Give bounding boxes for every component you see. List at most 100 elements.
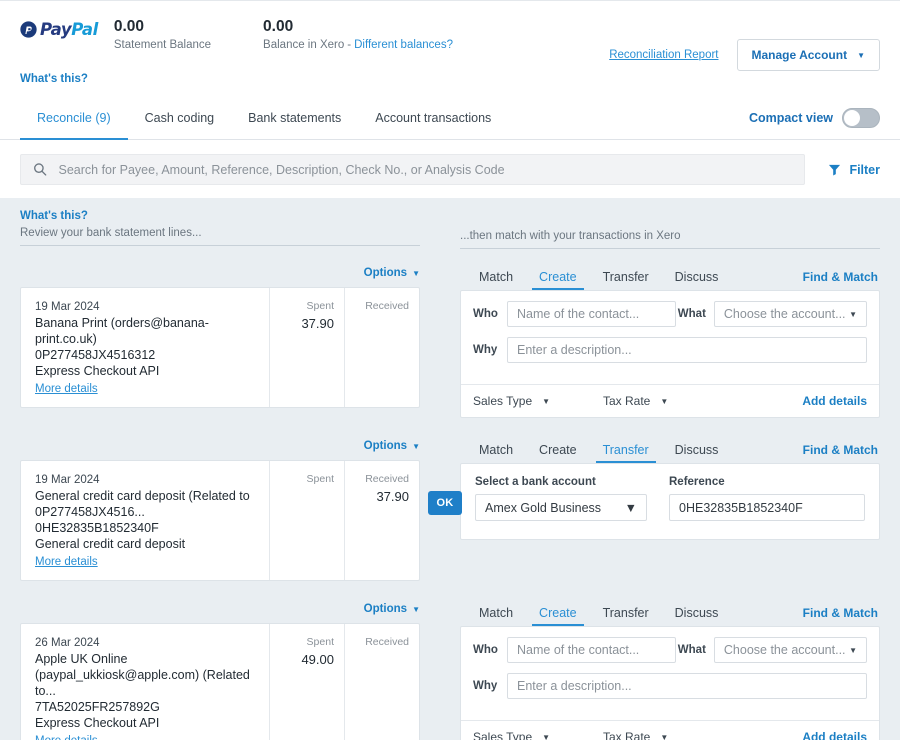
statement-payee-line1: Apple UK Online	[35, 652, 128, 666]
statement-balance-label: Statement Balance	[113, 39, 212, 51]
statement-line-column: Options ▼ 26 Mar 2024 Apple UK Online (pa…	[20, 599, 420, 740]
manage-account-button[interactable]: Manage Account ▼	[736, 39, 880, 71]
statement-date: 19 Mar 2024	[35, 301, 100, 313]
spent-amount: 49.00	[301, 652, 334, 667]
options-label: Options	[363, 603, 408, 615]
received-column: Received	[344, 624, 419, 740]
match-tab-create[interactable]: Create	[526, 606, 590, 626]
reference-input[interactable]: 0HE32835B1852340F	[669, 494, 865, 521]
xero-balance-block: 0.00 Balance in Xero - Different balance…	[263, 17, 453, 52]
different-balances-link[interactable]: Different balances?	[354, 39, 453, 51]
compact-view-toggle[interactable]	[842, 107, 880, 128]
ok-button[interactable]: OK	[428, 491, 462, 515]
tax-rate-select[interactable]: Tax Rate ▼	[603, 394, 733, 408]
spent-label: Spent	[306, 300, 334, 312]
options-menu[interactable]: Options ▼	[364, 440, 420, 452]
search-input[interactable]	[58, 162, 792, 177]
statement-line-card: 26 Mar 2024 Apple UK Online (paypal_ukki…	[20, 623, 420, 740]
match-tab-discuss[interactable]: Discuss	[662, 270, 732, 290]
chevron-down-icon: ▼	[412, 269, 420, 278]
statement-description: Express Checkout API	[35, 364, 160, 378]
reference-field: Reference 0HE32835B1852340F	[669, 476, 865, 521]
search-box[interactable]	[20, 154, 805, 185]
spent-column: Spent 37.90	[269, 288, 344, 407]
options-label: Options	[363, 440, 408, 452]
sales-type-select[interactable]: Sales Type ▼	[473, 730, 603, 740]
statement-balance-block: 0.00 Statement Balance	[114, 17, 211, 52]
why-input[interactable]: Enter a description...	[507, 673, 867, 699]
balance-separator: -	[347, 39, 352, 51]
more-details-link[interactable]: More details	[35, 733, 98, 740]
chevron-down-icon: ▼	[660, 732, 669, 740]
options-menu[interactable]: Options ▼	[364, 267, 420, 279]
match-tab-discuss[interactable]: Discuss	[662, 606, 732, 626]
tab-reconcile[interactable]: Reconcile (9)	[20, 96, 128, 140]
what-select[interactable]: Choose the account... ▼	[713, 301, 867, 327]
match-tab-transfer[interactable]: Transfer	[590, 606, 662, 626]
who-input[interactable]: Name of the contact...	[507, 637, 676, 663]
reconciliation-report-link[interactable]: Reconciliation Report	[609, 49, 718, 61]
match-tab-bar: Match Create Transfer Discuss Find & Mat…	[460, 263, 880, 290]
match-tab-create[interactable]: Create	[526, 443, 590, 463]
whats-this-link-column[interactable]: What's this?	[20, 210, 420, 222]
match-tab-transfer[interactable]: Transfer	[590, 443, 662, 463]
options-label: Options	[363, 267, 408, 279]
what-label: What	[677, 644, 706, 656]
create-panel: Who Name of the contact... What Choose t…	[460, 290, 880, 418]
spent-column: Spent 49.00	[269, 624, 344, 740]
reconcile-row: Options ▼ 19 Mar 2024 Banana Print (order…	[20, 263, 880, 418]
who-label: Who	[473, 644, 498, 656]
more-details-link[interactable]: More details	[35, 554, 98, 571]
spent-label: Spent	[306, 473, 334, 485]
match-tab-match[interactable]: Match	[466, 443, 526, 463]
tab-account-transactions[interactable]: Account transactions	[358, 96, 508, 139]
statement-payee-line1: Banana Print (orders@banana-	[35, 316, 209, 330]
options-menu[interactable]: Options ▼	[364, 603, 420, 615]
statement-reference: 7TA52025FR257892G	[35, 700, 160, 714]
who-input[interactable]: Name of the contact...	[507, 301, 676, 327]
match-tab-match[interactable]: Match	[466, 270, 526, 290]
chevron-down-icon: ▼	[849, 645, 857, 655]
statement-description: Express Checkout API	[35, 716, 160, 730]
received-column: Received 37.90	[344, 461, 419, 580]
main-tab-bar: Reconcile (9) Cash coding Bank statement…	[0, 96, 900, 140]
match-tab-match[interactable]: Match	[466, 606, 526, 626]
match-tab-create[interactable]: Create	[526, 270, 590, 290]
statement-payee-line1: General credit card deposit (Related to	[35, 489, 250, 503]
tab-bank-statements-label: Bank statements	[248, 110, 342, 125]
find-and-match-link[interactable]: Find & Match	[803, 270, 880, 290]
tax-rate-select[interactable]: Tax Rate ▼	[603, 730, 733, 740]
bank-account-field: Select a bank account Amex Gold Business…	[475, 476, 647, 521]
tab-cash-coding[interactable]: Cash coding	[128, 96, 232, 139]
match-tab-transfer[interactable]: Transfer	[590, 270, 662, 290]
compact-view-label: Compact view	[748, 110, 833, 125]
add-details-link[interactable]: Add details	[802, 394, 867, 408]
match-tab-discuss[interactable]: Discuss	[662, 443, 732, 463]
tab-cash-coding-label: Cash coding	[144, 110, 215, 125]
find-and-match-link[interactable]: Find & Match	[803, 443, 880, 463]
reconcile-rows: Options ▼ 19 Mar 2024 Banana Print (order…	[20, 263, 880, 740]
transfer-panel: Select a bank account Amex Gold Business…	[460, 463, 880, 540]
xero-balance-amount: 0.00	[263, 18, 294, 35]
what-select[interactable]: Choose the account... ▼	[713, 637, 867, 663]
chevron-down-icon: ▼	[412, 605, 420, 614]
sales-type-select[interactable]: Sales Type ▼	[473, 394, 603, 408]
bank-account-label: Select a bank account	[475, 476, 596, 488]
chevron-down-icon: ▼	[542, 396, 551, 406]
tab-account-transactions-label: Account transactions	[375, 110, 492, 125]
bank-account-select[interactable]: Amex Gold Business ▼	[475, 494, 647, 521]
statement-line-column: Options ▼ 19 Mar 2024 General credit card…	[20, 436, 420, 581]
more-details-link[interactable]: More details	[35, 381, 98, 398]
tab-bank-statements[interactable]: Bank statements	[231, 96, 358, 139]
statement-payee-line2: print.co.uk)	[35, 332, 97, 346]
statement-payee-line2b: to...	[35, 684, 56, 698]
whats-this-link-header[interactable]: What's this?	[20, 73, 88, 85]
chevron-down-icon: ▼	[660, 396, 669, 406]
find-and-match-link[interactable]: Find & Match	[803, 606, 880, 626]
add-details-link[interactable]: Add details	[802, 730, 867, 740]
xero-balance-label: Balance in Xero	[263, 39, 345, 51]
statement-reference: 0HE32835B1852340F	[35, 521, 159, 535]
filter-button[interactable]: Filter	[828, 163, 880, 177]
match-panel-column: Match Create Transfer Discuss Find & Mat…	[460, 599, 880, 740]
why-input[interactable]: Enter a description...	[507, 337, 867, 363]
